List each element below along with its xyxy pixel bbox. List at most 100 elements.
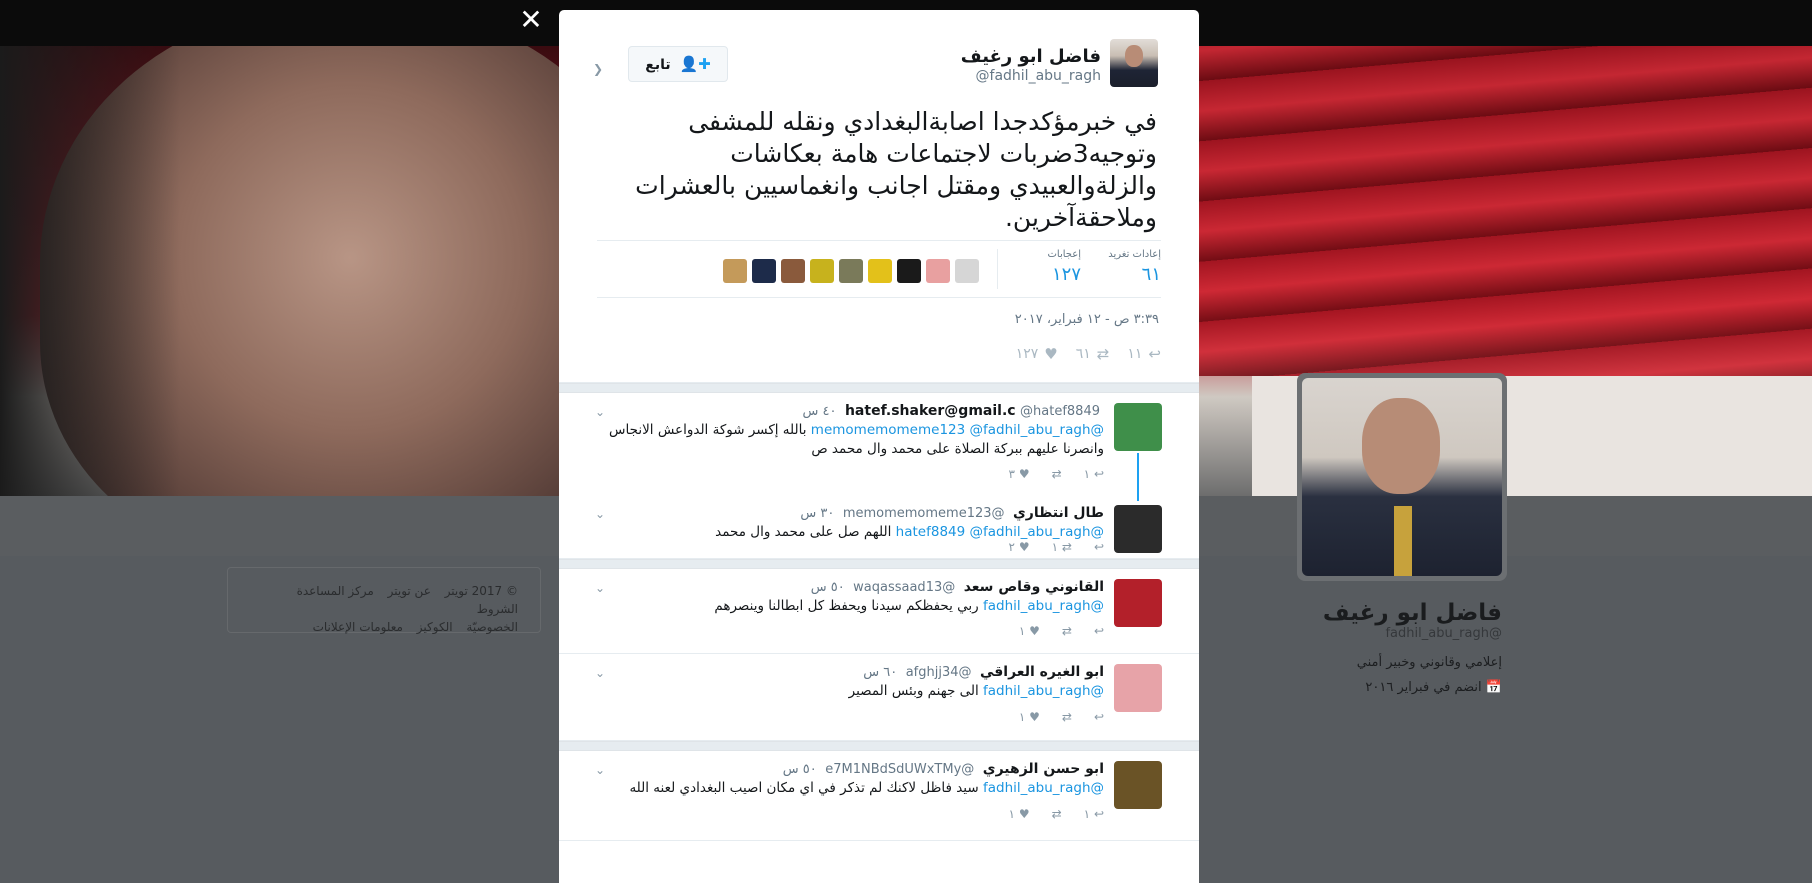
reply-body: ربي يحفظكم سيدنا ويحفظ كل ابطالنا وينصره… (714, 598, 979, 614)
heart-icon: ♥ (1044, 345, 1058, 363)
likes-count: ١٢٧ (1051, 264, 1081, 285)
reply-time[interactable]: ٥٠ س (783, 762, 817, 777)
close-icon[interactable]: ✕ (517, 6, 545, 34)
profile-avatar[interactable] (1297, 373, 1507, 581)
reply-body: اللهم صل على محمد وال محمد (715, 524, 892, 540)
reply-button[interactable]: ↩ ١١ (1127, 342, 1161, 366)
reply-avatar[interactable] (1114, 761, 1162, 809)
like-button[interactable]: ♥ ١ (1019, 624, 1040, 638)
liker-avatar[interactable] (926, 259, 950, 283)
retweet-icon: ⇄ (1051, 807, 1062, 821)
reply-mentions[interactable]: @hatef8849 @fadhil_abu_ragh (896, 524, 1104, 540)
author-name[interactable]: فاضل ابو رغيف (961, 46, 1101, 67)
retweets-label: إعادات تغريد (1108, 249, 1161, 260)
reply-author-name[interactable]: hatef.shaker@gmail.c (845, 403, 1016, 419)
reply-actions: ↩ ١ ⇄ ♥ ٣ (1009, 467, 1104, 481)
profile-photo (1302, 378, 1502, 576)
reply-mentions[interactable]: @memomemomeme123 @fadhil_abu_ragh (811, 422, 1104, 438)
calendar-icon: 📅 (1485, 680, 1502, 695)
reply-text: @memomemomeme123 @fadhil_abu_ragh بالله … (604, 421, 1104, 459)
reply-avatar[interactable] (1114, 505, 1162, 553)
reply-mentions[interactable]: @fadhil_abu_ragh (983, 683, 1104, 699)
reply-avatar[interactable] (1114, 664, 1162, 712)
reply-mentions[interactable]: @fadhil_abu_ragh (983, 780, 1104, 796)
profile-handle[interactable]: @fadhil_abu_ragh (1240, 626, 1502, 641)
chevron-down-icon[interactable]: ❯ (593, 62, 603, 76)
retweet-icon: ⇄ (1096, 345, 1110, 363)
liker-avatar[interactable] (781, 259, 805, 283)
like-button[interactable]: ♥ ١ (1019, 710, 1040, 724)
retweet-button[interactable]: ⇄ (1062, 710, 1072, 724)
follow-label: تابع (645, 57, 671, 73)
footer-ads-info-link[interactable]: معلومات الإعلانات (313, 620, 403, 634)
reply-author-name[interactable]: طال انتظاري (1013, 505, 1104, 521)
chevron-down-icon[interactable]: ⌄ (595, 666, 605, 680)
heart-icon: ♥ (1029, 710, 1040, 724)
reply-time[interactable]: ٣٠ س (800, 506, 834, 521)
reply-body: الى جهنم وبئس المصير (848, 683, 979, 699)
footer-help-link[interactable]: مركز المساعدة (297, 584, 374, 598)
profile-bio: إعلامي وقانوني وخبير أمني (1356, 655, 1502, 670)
reply-time[interactable]: ٥٠ س (811, 580, 845, 595)
liker-avatar[interactable] (723, 259, 747, 283)
reply: ابو حسن الزهيري @e7M1NBdSdUWxTMy ٥٠ س @f… (559, 751, 1199, 841)
tweet-text: في خبرمؤكدجدا اصابةالبغدادي ونقله للمشفى… (635, 107, 1157, 232)
like-button[interactable]: ♥ ٢ (1009, 540, 1030, 554)
reply-text: @fadhil_abu_ragh ربي يحفظكم سيدنا ويحفظ … (604, 597, 1104, 616)
retweet-stat[interactable]: إعادات تغريد ٦١ (1108, 249, 1161, 285)
reply-author-name[interactable]: ابو حسن الزهيري (983, 761, 1104, 777)
like-button[interactable]: ♥ ١ (1009, 807, 1030, 821)
retweet-button[interactable]: ⇄ ٦١ (1076, 342, 1110, 366)
chevron-down-icon[interactable]: ⌄ (595, 763, 605, 777)
retweet-count: ٦١ (1075, 346, 1091, 362)
reply-icon: ↩ (1093, 807, 1104, 821)
liker-avatar[interactable] (897, 259, 921, 283)
footer-cookies-link[interactable]: الكوكيز (417, 620, 453, 634)
liker-avatar[interactable] (810, 259, 834, 283)
reply-button[interactable]: ↩ (1094, 540, 1104, 554)
retweets-count: ٦١ (1141, 264, 1161, 285)
tweet-timestamp[interactable]: ٣:٣٩ ص - ١٢ فبراير، ٢٠١٧ (1015, 312, 1159, 327)
reply-author-name[interactable]: ابو الغيره العراقي (980, 664, 1104, 680)
footer-privacy-link[interactable]: الخصوصيّة (466, 620, 518, 634)
follow-button[interactable]: ✚👤 تابع (628, 46, 728, 82)
reply-text: @fadhil_abu_ragh سيد فاظل لاكنك لم تذكر … (604, 779, 1104, 798)
reply-author-handle[interactable]: @afghjj34 (906, 665, 972, 680)
chevron-down-icon[interactable]: ⌄ (595, 405, 605, 419)
reply-button[interactable]: ↩ ١ (1084, 467, 1104, 481)
author-handle[interactable]: @fadhil_abu_ragh (976, 68, 1101, 84)
reply-author-handle[interactable]: @hatef8849 (1020, 404, 1100, 419)
like-button[interactable]: ♥ ١٢٧ (1016, 342, 1058, 366)
chevron-down-icon[interactable]: ⌄ (595, 581, 605, 595)
reply-time[interactable]: ٦٠ س (863, 665, 897, 680)
liker-avatar[interactable] (839, 259, 863, 283)
liker-avatar[interactable] (868, 259, 892, 283)
retweet-button[interactable]: ⇄ (1052, 467, 1062, 481)
retweet-button[interactable]: ⇄ ١ (1052, 540, 1072, 554)
reply-button[interactable]: ↩ (1094, 624, 1104, 638)
like-stat[interactable]: إعجابات ١٢٧ (1048, 249, 1082, 285)
reply-button[interactable]: ↩ ١ (1084, 807, 1104, 821)
reply-button[interactable]: ↩ (1094, 710, 1104, 724)
liker-avatar[interactable] (752, 259, 776, 283)
footer-about-link[interactable]: عن تويتر (388, 584, 431, 598)
retweet-button[interactable]: ⇄ (1052, 807, 1062, 821)
retweet-button[interactable]: ⇄ (1062, 624, 1072, 638)
reply-author-name[interactable]: القانوني وقاص سعد (964, 579, 1104, 595)
chevron-down-icon[interactable]: ⌄ (595, 507, 605, 521)
footer-terms-link[interactable]: الشروط (477, 602, 518, 616)
likes-label: إعجابات (1047, 249, 1082, 260)
like-button[interactable]: ♥ ٣ (1009, 467, 1030, 481)
liker-avatar[interactable] (955, 259, 979, 283)
reply-time[interactable]: ٤٠ س (803, 404, 837, 419)
reply-avatar[interactable] (1114, 579, 1162, 627)
reply-avatar[interactable] (1114, 403, 1162, 451)
reply-author-handle[interactable]: @memomemomeme123 (843, 506, 1005, 521)
reply-header: طال انتظاري @memomemomeme123 ٣٠ س (800, 505, 1104, 521)
reply-actions: ↩ ١ ⇄ ♥ ١ (1009, 807, 1104, 821)
profile-name[interactable]: فاضل ابو رغيف (1240, 600, 1502, 626)
reply-author-handle[interactable]: @waqassaad13 (853, 580, 955, 595)
reply-mentions[interactable]: @fadhil_abu_ragh (983, 598, 1104, 614)
reply-author-handle[interactable]: @e7M1NBdSdUWxTMy (825, 762, 974, 777)
author-avatar[interactable] (1110, 39, 1158, 87)
